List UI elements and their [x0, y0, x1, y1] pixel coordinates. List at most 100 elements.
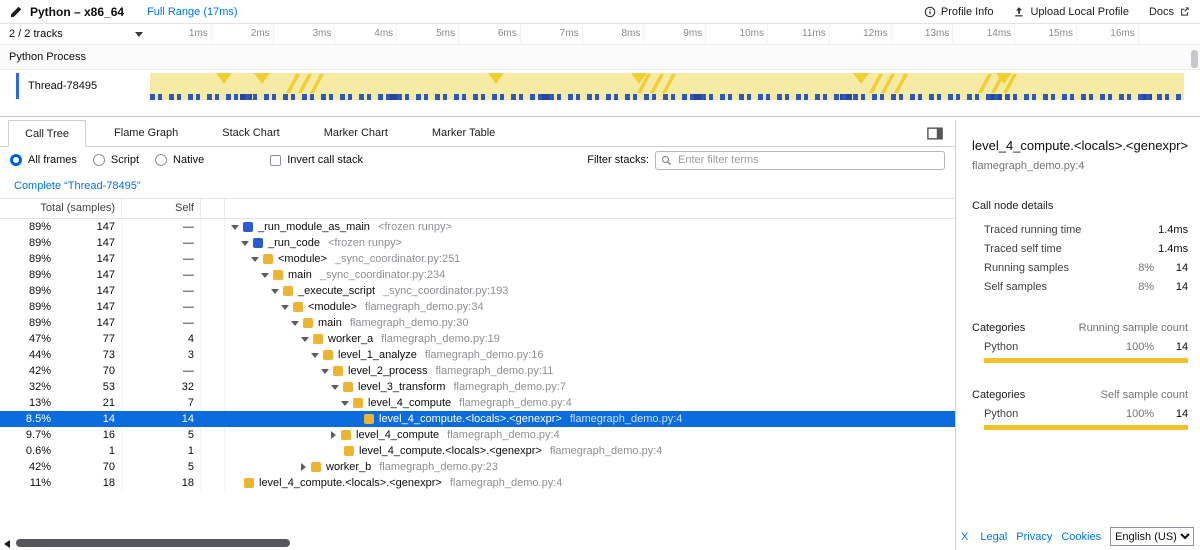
call-tree-row[interactable]: 89%147—_execute_script_sync_coordinator.… [0, 283, 955, 299]
cell-self: — [122, 219, 201, 235]
call-tree-row[interactable]: 89%147—<module>flamegraph_demo.py:34 [0, 299, 955, 315]
expand-icon[interactable] [331, 431, 336, 439]
timeline-vertical-scrollbar-thumb[interactable] [1191, 50, 1198, 68]
category-sections: CategoriesRunning sample countPython100%… [972, 322, 1188, 430]
tab-stack-chart[interactable]: Stack Chart [206, 120, 295, 146]
marker-slash-icon[interactable] [650, 74, 664, 93]
ruler-tick: 11ms [768, 24, 830, 44]
marker-slash-icon[interactable] [978, 74, 992, 93]
collapse-icon[interactable] [241, 241, 249, 246]
call-tree-panel: Call Tree Flame Graph Stack Chart Marker Ch… [0, 120, 955, 550]
call-tree-row[interactable]: 89%147—mainflamegraph_demo.py:30 [0, 315, 955, 331]
column-header-self[interactable]: Self [122, 199, 201, 218]
invert-call-stack-checkbox[interactable] [270, 155, 281, 166]
call-tree-row[interactable]: 0.6%11level_4_compute.<locals>.<genexpr>… [0, 443, 955, 459]
file-location: flamegraph_demo.py:30 [350, 317, 469, 329]
tracks-dropdown[interactable]: 2 / 2 tracks [0, 24, 150, 44]
marker-slash-icon[interactable] [662, 74, 676, 93]
marker-slash-icon[interactable] [869, 74, 883, 93]
call-tree-row[interactable]: 89%147—_run_code<frozen runpy> [0, 235, 955, 251]
cell-spacer [201, 475, 225, 491]
cell-spacer [201, 427, 225, 443]
call-tree-row[interactable]: 44%733level_1_analyzeflamegraph_demo.py:… [0, 347, 955, 363]
marker-triangle-icon[interactable] [254, 73, 270, 84]
function-name: _run_code [268, 237, 320, 249]
cell-total: 89%147 [0, 283, 122, 299]
scroll-left-arrow-icon[interactable] [4, 540, 10, 548]
call-tree-row[interactable]: 47%774worker_aflamegraph_demo.py:19 [0, 331, 955, 347]
collapse-icon[interactable] [261, 273, 269, 278]
cell-total-percent: 89% [0, 285, 51, 297]
process-track-header[interactable]: Python Process [0, 45, 1200, 70]
tab-marker-chart[interactable]: Marker Chart [308, 120, 404, 146]
marker-slash-icon[interactable] [310, 74, 324, 93]
call-tree-row[interactable]: 89%147—main_sync_coordinator.py:234 [0, 267, 955, 283]
call-tree-row[interactable]: 89%147—_run_module_as_main<frozen runpy> [0, 219, 955, 235]
call-tree-row[interactable]: 32%5332level_3_transformflamegraph_demo.… [0, 379, 955, 395]
tabs: Call Tree Flame Graph Stack Chart Marker Ch… [8, 120, 523, 146]
full-range-link[interactable]: Full Range (17ms) [147, 6, 237, 18]
column-header-total[interactable]: Total (samples) [0, 199, 122, 218]
call-tree-row[interactable]: 9.7%165level_4_computeflamegraph_demo.py… [0, 427, 955, 443]
collapse-icon[interactable] [281, 305, 289, 310]
profile-info-button[interactable]: Profile Info [924, 6, 994, 18]
call-tree-row[interactable]: 13%217level_4_computeflamegraph_demo.py:… [0, 395, 955, 411]
tab-call-tree[interactable]: Call Tree [8, 120, 86, 147]
collapse-icon[interactable] [341, 401, 349, 406]
upload-profile-button[interactable]: Upload Local Profile [1013, 6, 1128, 18]
collapse-icon[interactable] [301, 337, 309, 342]
file-location: _sync_coordinator.py:193 [383, 285, 508, 297]
docs-link[interactable]: Docs [1149, 6, 1190, 18]
script-radio[interactable] [93, 154, 105, 166]
marker-triangle-icon[interactable] [216, 73, 232, 84]
selected-node-file: flamegraph_demo.py:4 [972, 160, 1188, 172]
collapse-icon[interactable] [291, 321, 299, 326]
cell-tree: <module>flamegraph_demo.py:34 [225, 301, 955, 313]
marker-slash-icon[interactable] [881, 74, 895, 93]
thread-track-label[interactable]: Thread-78495 [0, 70, 150, 102]
footer-link-legal[interactable]: Legal [980, 531, 1007, 543]
expand-icon[interactable] [301, 463, 306, 471]
call-tree-row[interactable]: 11%1818level_4_compute.<locals>.<genexpr… [0, 475, 955, 491]
sidebar-toggle-button[interactable] [915, 120, 955, 146]
breadcrumb[interactable]: Complete “Thread-78495” [8, 177, 147, 195]
file-location: flamegraph_demo.py:23 [379, 461, 498, 473]
collapse-icon[interactable] [331, 385, 339, 390]
footer-link-cookies[interactable]: Cookies [1061, 531, 1101, 543]
call-tree-row[interactable]: 8.5%1414level_4_compute.<locals>.<genexp… [0, 411, 955, 427]
native-radio[interactable] [155, 154, 167, 166]
call-tree-row[interactable]: 42%70—level_2_processflamegraph_demo.py:… [0, 363, 955, 379]
topbar-actions: Profile Info Upload Local Profile Docs [924, 6, 1190, 18]
horizontal-scrollbar-thumb[interactable] [16, 539, 290, 547]
call-tree-row[interactable]: 42%705worker_bflamegraph_demo.py:23 [0, 459, 955, 475]
thread-activity-graph[interactable] [150, 73, 1184, 100]
tab-flame-graph[interactable]: Flame Graph [98, 120, 194, 146]
category-bar [984, 425, 1188, 430]
collapse-icon[interactable] [311, 353, 319, 358]
collapse-icon[interactable] [251, 257, 259, 262]
categories-count-label: Self sample count [1101, 389, 1188, 401]
cell-tree: level_4_compute.<locals>.<genexpr>flameg… [225, 445, 955, 457]
call-tree-row[interactable]: 89%147—<module>_sync_coordinator.py:251 [0, 251, 955, 267]
tab-marker-table[interactable]: Marker Table [416, 120, 511, 146]
collapse-icon[interactable] [231, 225, 239, 230]
marker-triangle-icon[interactable] [853, 73, 869, 84]
marker-slash-icon[interactable] [894, 74, 908, 93]
all-frames-radio[interactable] [10, 154, 22, 166]
marker-triangle-icon[interactable] [488, 73, 504, 84]
cell-total: 89%147 [0, 235, 122, 251]
filter-stacks-input[interactable] [676, 153, 939, 167]
collapse-icon[interactable] [271, 289, 279, 294]
ruler-tick: 1ms [150, 24, 212, 44]
collapse-icon[interactable] [321, 369, 329, 374]
footer-link-privacy[interactable]: Privacy [1016, 531, 1052, 543]
selected-node-title: level_4_compute.<locals>.<genexpr> [972, 138, 1188, 153]
cell-self: — [122, 267, 201, 283]
category-square-icon [313, 334, 323, 344]
footer: X Legal Privacy Cookies English (US) [958, 527, 1194, 546]
category-square-icon [293, 302, 303, 312]
language-select[interactable]: English (US) [1110, 527, 1194, 546]
marker-slash-icon[interactable] [286, 74, 300, 93]
detail-row: Self samples8%14 [972, 277, 1188, 296]
footer-close-link[interactable]: X [958, 531, 971, 543]
